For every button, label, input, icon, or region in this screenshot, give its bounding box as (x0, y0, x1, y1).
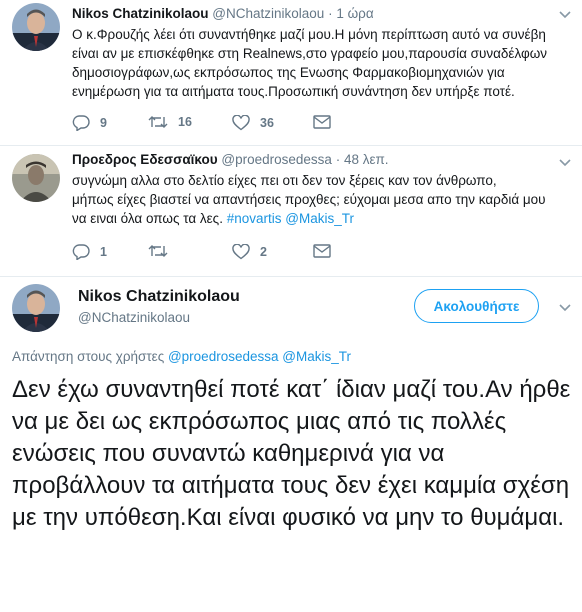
avatar[interactable] (12, 3, 60, 51)
mention-link[interactable]: @Makis_Tr (285, 211, 354, 226)
tweet-text-line: να ειναι όλα οπως τα λες. #novartis @Mak… (72, 209, 577, 228)
tweet-1[interactable]: Nikos Chatzinikolaou @NChatzinikolaou · … (0, 0, 582, 145)
user-handle[interactable]: @NChatzinikolaou (212, 6, 324, 21)
retweet-button[interactable] (148, 244, 178, 258)
chevron-down-icon[interactable] (559, 154, 571, 172)
tweet-header: Προεδρος Εδεσσαϊκου @proedrosedessa · 48… (72, 152, 389, 167)
hashtag-link[interactable]: #novartis (227, 211, 282, 226)
timestamp[interactable]: 1 ώρα (336, 6, 373, 21)
tweet-text-line: συγνώμη αλλα στο δελτίο είχες πει οτι δε… (72, 173, 497, 188)
user-name[interactable]: Προεδρος Εδεσσαϊκου (72, 152, 218, 167)
chevron-down-icon[interactable] (559, 299, 571, 317)
avatar[interactable] (12, 284, 60, 332)
retweet-count: 16 (178, 115, 192, 129)
reply-icon (72, 115, 90, 131)
reply-user-link[interactable]: @proedrosedessa (168, 349, 279, 364)
user-handle[interactable]: @proedrosedessa (221, 152, 332, 167)
like-button[interactable]: 2 (232, 244, 267, 260)
user-name[interactable]: Nikos Chatzinikolaou (72, 6, 209, 21)
tweet-text-segment: να ειναι όλα οπως τα λες. (72, 211, 227, 226)
like-icon (232, 115, 250, 131)
retweet-icon (148, 245, 168, 257)
reply-user-link[interactable]: @Makis_Tr (282, 349, 351, 364)
like-count: 2 (260, 245, 267, 259)
tweet-2[interactable]: Προεδρος Εδεσσαϊκου @proedrosedessa · 48… (0, 146, 582, 276)
follow-button[interactable]: Ακολουθήστε (414, 289, 539, 323)
tweet-text: Ο κ.Φρουζής λέει ότι συναντήθηκε μαζί μο… (72, 27, 548, 99)
main-tweet-text: Δεν έχω συναντηθεί ποτέ κατ΄ ίδιαν μαζί … (12, 376, 571, 531)
message-icon (313, 244, 331, 258)
separator: · (328, 6, 333, 21)
retweet-button[interactable]: 16 (148, 115, 192, 129)
reply-icon (72, 244, 90, 260)
reply-button[interactable]: 9 (72, 115, 107, 131)
tweet-text: συγνώμη αλλα στο δελτίο είχες πει οτι δε… (72, 171, 577, 228)
tweet-text-line: μήπως είχες βιαστεί να απαντήσεις προχθε… (72, 192, 546, 207)
message-icon (313, 115, 331, 129)
tweet-actions: 1 2 (72, 244, 372, 264)
tweet-header: Nikos Chatzinikolaou @NChatzinikolaou · … (72, 6, 374, 21)
reply-context: Απάντηση στους χρήστες @proedrosedessa @… (12, 349, 351, 364)
chevron-down-icon[interactable] (559, 6, 571, 24)
timestamp[interactable]: 48 λεπ. (344, 152, 389, 167)
user-handle[interactable]: @NChatzinikolaou (78, 310, 190, 325)
avatar[interactable] (12, 154, 60, 202)
like-button[interactable]: 36 (232, 115, 274, 131)
reply-count: 1 (100, 245, 107, 259)
retweet-icon (148, 116, 168, 128)
reply-button[interactable]: 1 (72, 244, 107, 260)
reply-count: 9 (100, 116, 107, 130)
reply-prefix: Απάντηση στους χρήστες (12, 349, 165, 364)
user-name[interactable]: Nikos Chatzinikolaou (78, 288, 240, 306)
like-count: 36 (260, 116, 274, 130)
tweet-actions: 9 16 36 (72, 115, 372, 135)
message-button[interactable] (313, 244, 331, 258)
separator: · (335, 152, 341, 167)
like-icon (232, 244, 250, 260)
message-button[interactable] (313, 115, 331, 129)
